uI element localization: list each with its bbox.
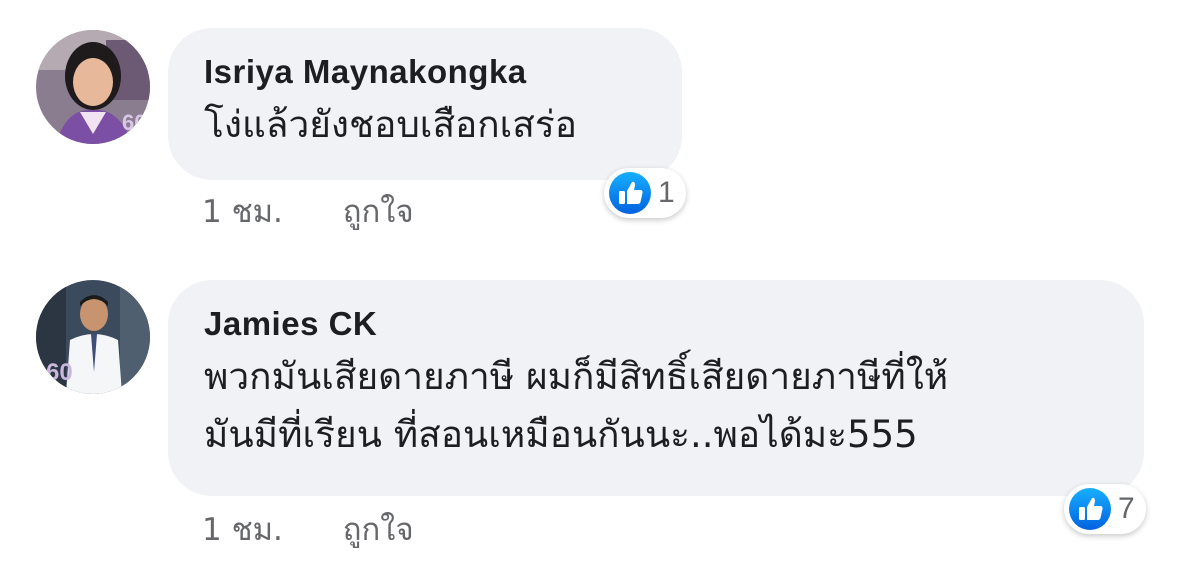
comment-time[interactable]: 1 ชม. — [202, 186, 283, 236]
comment-text: พวกมันเสียดายภาษี ผมก็มีสิทธิ์เสียดายภาษ… — [204, 355, 949, 398]
comment-text: โง่แล้วยังชอบเสือกเสร่อ — [204, 103, 577, 146]
svg-text:60: 60 — [46, 359, 73, 386]
like-icon — [609, 172, 651, 214]
comment-bubble: Jamies CK พวกมันเสียดายภาษี ผมก็มีสิทธิ์… — [168, 280, 1144, 496]
comment: 60 Isriya Maynakongka โง่แล้วยังชอบเสือก… — [0, 0, 1200, 260]
reaction-summary[interactable]: 1 — [604, 168, 686, 218]
like-icon — [1069, 488, 1111, 530]
comment-author[interactable]: Isriya Maynakongka — [204, 52, 648, 92]
comment-text: มันมีที่เรียน ที่สอนเหมือนกันนะ..พอได้มะ… — [204, 413, 918, 456]
avatar[interactable]: 60 — [36, 280, 150, 394]
comment-bubble: Isriya Maynakongka โง่แล้วยังชอบเสือกเสร… — [168, 28, 682, 180]
comment-meta: 1 ชม. ถูกใจ — [202, 186, 414, 236]
comment-meta: 1 ชม. ถูกใจ — [202, 504, 414, 554]
reaction-count: 7 — [1118, 492, 1135, 525]
comment-time[interactable]: 1 ชม. — [202, 504, 283, 554]
reaction-summary[interactable]: 7 — [1064, 484, 1146, 534]
comment: 60 Jamies CK พวกมันเสียดายภาษี ผมก็มีสิท… — [0, 270, 1200, 587]
like-button[interactable]: ถูกใจ — [343, 186, 414, 236]
reaction-count: 1 — [658, 176, 675, 209]
comment-author[interactable]: Jamies CK — [204, 304, 1110, 344]
avatar[interactable]: 60 — [36, 30, 150, 144]
comment-thread: 60 Isriya Maynakongka โง่แล้วยังชอบเสือก… — [0, 0, 1200, 587]
svg-text:60: 60 — [122, 110, 146, 135]
like-button[interactable]: ถูกใจ — [343, 504, 414, 554]
